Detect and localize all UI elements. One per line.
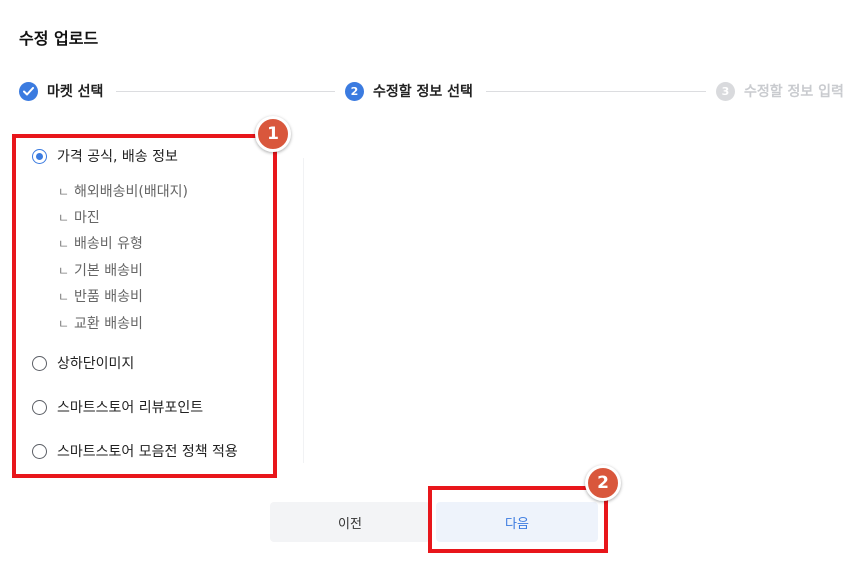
upload-edit-dialog: 수정 업로드 마켓 선택 2 수정할 정보 선택 3 수정할 정보 입력 가격 … [0,0,868,561]
annotation-badge-1: 1 [255,116,291,152]
step-market-select: 마켓 선택 [19,78,103,104]
step-number: 3 [716,81,735,101]
highlight-box-options [12,134,277,478]
step-label: 수정할 정보 선택 [373,84,473,100]
step-label: 마켓 선택 [47,84,104,100]
divider [303,158,304,463]
step-number: 2 [345,81,364,101]
check-icon [19,81,38,101]
step-select-info: 2 수정할 정보 선택 [345,78,473,104]
step-connector [116,91,335,92]
highlight-box-next [428,486,608,553]
stepper: 마켓 선택 2 수정할 정보 선택 3 수정할 정보 입력 [0,78,868,104]
page-title: 수정 업로드 [19,29,99,48]
step-connector [486,91,706,92]
step-input-info: 3 수정할 정보 입력 [716,78,844,104]
prev-button[interactable]: 이전 [270,502,430,542]
annotation-badge-2: 2 [585,465,621,501]
step-label: 수정할 정보 입력 [744,84,844,100]
